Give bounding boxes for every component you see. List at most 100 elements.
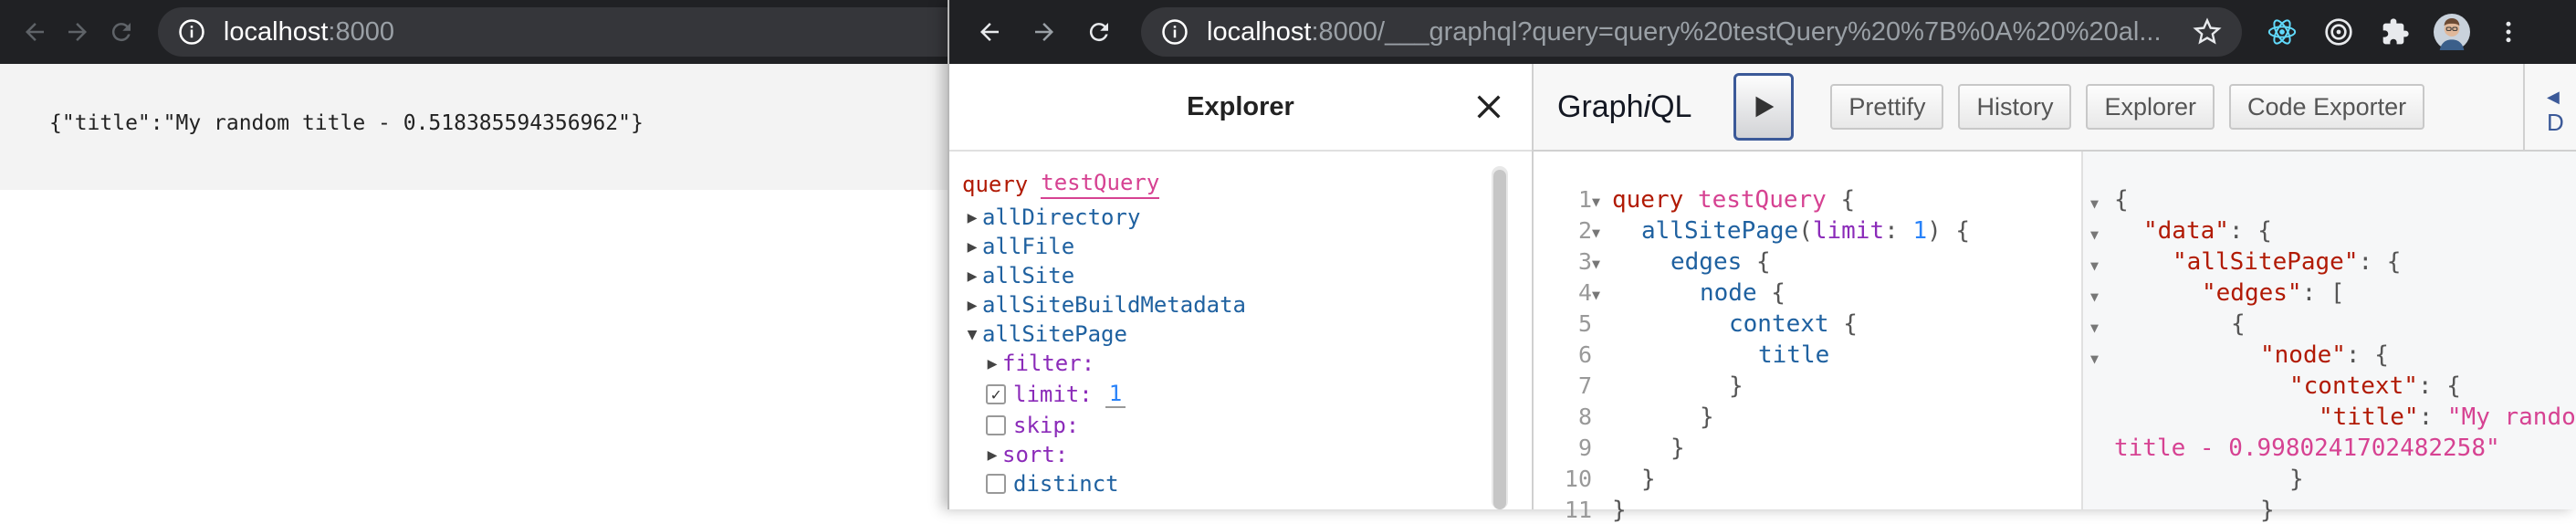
right-address-bar[interactable]: localhost:8000/___graphql?query=query%20… bbox=[1141, 7, 2242, 57]
code-line-11: } bbox=[1612, 497, 1627, 524]
result-line: title - 0.9980241702482258" bbox=[2114, 435, 2500, 462]
line-number: 1 bbox=[1577, 186, 1592, 213]
history-button[interactable]: History bbox=[1958, 84, 2072, 130]
subfield-distinct-row[interactable]: distinct bbox=[962, 469, 1510, 498]
explorer-field-row-expanded[interactable]: ▼ allSitePage bbox=[962, 320, 1510, 349]
result-string: title - 0.9980241702482258" bbox=[2114, 435, 2500, 462]
explorer-button[interactable]: Explorer bbox=[2086, 84, 2215, 130]
left-address-bar[interactable]: localhost:8000 bbox=[157, 7, 949, 57]
fold-arrow-icon[interactable]: ▼ bbox=[2090, 257, 2099, 274]
arg-name: limit bbox=[1812, 217, 1885, 245]
fold-arrow-icon[interactable]: ▼ bbox=[1592, 256, 1600, 272]
caret-right-icon: ▶ bbox=[967, 207, 978, 227]
react-devtools-icon[interactable] bbox=[2264, 14, 2300, 50]
fold-arrow-icon[interactable]: ▼ bbox=[2090, 288, 2099, 305]
line-number: 4 bbox=[1577, 279, 1592, 306]
fold-arrow-icon[interactable]: ▼ bbox=[1592, 225, 1600, 241]
explorer-field-row[interactable]: ▶ allFile bbox=[962, 232, 1510, 261]
info-icon[interactable] bbox=[1161, 18, 1189, 46]
code-line-9: } bbox=[1612, 435, 1685, 462]
explorer-tree: query testQuery ▶ allDirectory ▶ allFile ▶… bbox=[962, 166, 1510, 498]
result-line: "title": "My random bbox=[2114, 403, 2576, 431]
query-keyword: query bbox=[1612, 186, 1684, 214]
explorer-field-row[interactable]: ▶ allSite bbox=[962, 261, 1510, 290]
limit-value-input[interactable]: 1 bbox=[1105, 381, 1126, 408]
back-button[interactable] bbox=[15, 6, 55, 58]
right-browser-window: localhost:8000/___graphql?query=query%20… bbox=[948, 0, 2576, 524]
graphiql-toolbar: GraphiQL Prettify History Explorer Code … bbox=[1534, 64, 2576, 152]
target-extension-icon[interactable] bbox=[2320, 14, 2357, 50]
caret-right-icon: ▶ bbox=[967, 266, 978, 286]
chrome-menu-icon[interactable] bbox=[2490, 14, 2527, 50]
paren-brace: ) { bbox=[1927, 217, 1971, 245]
explorer-field-row[interactable]: ▶ allDirectory bbox=[962, 203, 1510, 232]
fold-arrow-icon[interactable]: ▼ bbox=[2090, 195, 2099, 212]
result-key: "title" bbox=[2319, 403, 2419, 431]
brace: } bbox=[1641, 466, 1656, 493]
fold-arrow-icon[interactable]: ▼ bbox=[1592, 287, 1600, 303]
brace: } bbox=[1612, 497, 1627, 524]
info-icon[interactable] bbox=[178, 18, 205, 46]
reload-button[interactable] bbox=[1073, 6, 1125, 58]
play-icon bbox=[1755, 96, 1775, 118]
field-name: context bbox=[1729, 310, 1829, 338]
field-label: allFile bbox=[982, 234, 1075, 259]
result-key: "context" bbox=[2289, 372, 2418, 400]
bookmark-star-icon[interactable] bbox=[2193, 17, 2222, 47]
query-name-input[interactable]: testQuery bbox=[1041, 170, 1160, 199]
forward-arrow-icon bbox=[1035, 23, 1053, 41]
right-toolbar: localhost:8000/___graphql?query=query%20… bbox=[949, 0, 2576, 64]
url-host: localhost bbox=[1207, 16, 1312, 47]
forward-button[interactable] bbox=[58, 6, 99, 58]
code-exporter-button[interactable]: Code Exporter bbox=[2229, 84, 2425, 130]
close-icon[interactable] bbox=[1473, 91, 1504, 122]
back-button[interactable] bbox=[964, 6, 1015, 58]
forward-button[interactable] bbox=[1019, 6, 1070, 58]
field-label: distinct bbox=[1013, 471, 1119, 497]
logo-part: QL bbox=[1650, 89, 1692, 124]
checkbox-unchecked[interactable] bbox=[986, 415, 1006, 435]
result-line: "allSitePage": { bbox=[2173, 248, 2402, 276]
prettify-button[interactable]: Prettify bbox=[1830, 84, 1944, 130]
explorer-title: Explorer bbox=[1187, 91, 1294, 121]
field-name: allSitePage bbox=[1641, 217, 1799, 245]
profile-avatar[interactable] bbox=[2434, 14, 2470, 50]
checkbox-checked[interactable]: ✓ bbox=[986, 384, 1006, 404]
caret-down-icon: ▼ bbox=[967, 324, 978, 344]
arg-label: skip: bbox=[1013, 413, 1080, 438]
fold-arrow-icon[interactable]: ▼ bbox=[1592, 194, 1600, 210]
caret-right-icon: ▶ bbox=[987, 353, 998, 373]
execute-query-button[interactable] bbox=[1733, 73, 1795, 141]
field-label: allSiteBuildMetadata bbox=[982, 292, 1246, 318]
result-key: "node" bbox=[2260, 341, 2346, 369]
fold-arrow-icon[interactable]: ▼ bbox=[2090, 351, 2099, 367]
result-line: } bbox=[2289, 466, 2304, 493]
back-arrow-icon bbox=[25, 23, 44, 41]
arg-sort-row[interactable]: ▶ sort: bbox=[962, 440, 1510, 469]
extensions-puzzle-icon[interactable] bbox=[2377, 14, 2414, 50]
docs-tab[interactable]: ◀ D bbox=[2523, 64, 2576, 152]
arg-limit-row[interactable]: ✓ limit: 1 bbox=[962, 378, 1510, 411]
scrollbar-thumb[interactable] bbox=[1493, 170, 1506, 509]
checkbox-unchecked[interactable] bbox=[986, 474, 1006, 494]
brace: } bbox=[1729, 372, 1744, 400]
query-editor[interactable]: 1 2 3 4 5 6 7 8 9 10 11 ▼ ▼ ▼ ▼ query te… bbox=[1534, 152, 2081, 524]
line-gutter: 1 2 3 4 5 6 7 8 9 10 11 ▼ ▼ ▼ ▼ bbox=[1534, 152, 1607, 523]
arg-skip-row[interactable]: skip: bbox=[962, 411, 1510, 440]
reload-icon bbox=[1089, 23, 1108, 42]
field-name: edges bbox=[1670, 248, 1743, 276]
line-number: 3 bbox=[1577, 248, 1592, 275]
json-response-text: {"title":"My random title - 0.5183855943… bbox=[49, 111, 644, 135]
explorer-field-row[interactable]: ▶ allSiteBuildMetadata bbox=[962, 290, 1510, 320]
page-content: {"title":"My random title - 0.5183855943… bbox=[0, 64, 949, 190]
fold-arrow-icon[interactable]: ▼ bbox=[2090, 320, 2099, 336]
fold-arrow-icon[interactable]: ▼ bbox=[2090, 226, 2099, 243]
code-line-8: } bbox=[1612, 403, 1714, 431]
paren: ( bbox=[1798, 217, 1813, 245]
graphiql-logo: GraphiQL bbox=[1557, 89, 1691, 125]
arg-filter-row[interactable]: ▶ filter: bbox=[962, 349, 1510, 378]
reload-button[interactable] bbox=[101, 6, 141, 58]
brace: } bbox=[1670, 435, 1685, 462]
caret-right-icon: ▶ bbox=[967, 295, 978, 315]
explorer-scrollbar[interactable] bbox=[1492, 166, 1508, 509]
